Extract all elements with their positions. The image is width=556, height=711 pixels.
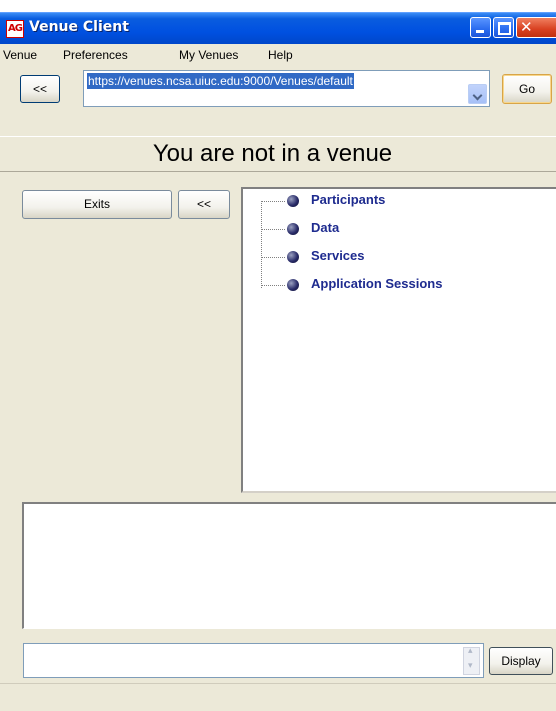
tree-connector (261, 201, 262, 288)
app-icon: AG (6, 20, 24, 38)
chat-input[interactable] (23, 643, 484, 678)
menu-preferences[interactable]: Preferences (63, 48, 128, 62)
menu-my-venues[interactable]: My Venues (179, 48, 238, 62)
venue-tree: Participants Data Services Application S… (241, 187, 556, 493)
node-ball-icon (287, 279, 299, 291)
status-bar (0, 683, 556, 711)
chat-output-area[interactable] (22, 502, 556, 629)
close-button[interactable]: ✕ (516, 17, 556, 38)
node-ball-icon (287, 251, 299, 263)
display-button[interactable]: Display (489, 647, 553, 675)
venue-client-window: AG Venue Client ✕ Venue Preferences My V… (0, 12, 556, 711)
url-combobox[interactable]: https://venues.ncsa.uiuc.edu:9000/Venues… (83, 70, 490, 107)
title-bar[interactable]: AG Venue Client ✕ (0, 12, 556, 45)
node-ball-icon (287, 223, 299, 235)
tree-item-label: Application Sessions (311, 276, 443, 291)
spin-scroll-icon[interactable] (463, 646, 480, 675)
tree-item-label: Data (311, 220, 340, 235)
menu-bar: Venue Preferences My Venues Help (0, 44, 556, 66)
venue-header: You are not in a venue (0, 136, 556, 172)
collapse-button[interactable]: << (178, 190, 230, 219)
minimize-button[interactable] (470, 17, 491, 38)
go-button[interactable]: Go (502, 74, 552, 104)
exits-panel (0, 175, 238, 492)
tree-item-label: Participants (311, 192, 386, 207)
node-ball-icon (287, 195, 299, 207)
minimize-icon (476, 30, 484, 33)
close-icon: ✕ (520, 18, 533, 36)
url-input[interactable]: https://venues.ncsa.uiuc.edu:9000/Venues… (87, 73, 354, 89)
maximize-icon (498, 22, 511, 35)
exits-button[interactable]: Exits (22, 190, 172, 219)
menu-help[interactable]: Help (268, 48, 293, 62)
dropdown-arrow-icon[interactable] (468, 84, 487, 104)
tree-item-label: Services (311, 248, 365, 263)
window-title: Venue Client (29, 19, 129, 35)
back-button[interactable]: << (20, 75, 60, 103)
venue-title: You are not in a venue (152, 140, 393, 167)
menu-venue[interactable]: Venue (3, 48, 37, 62)
maximize-button[interactable] (493, 17, 514, 38)
